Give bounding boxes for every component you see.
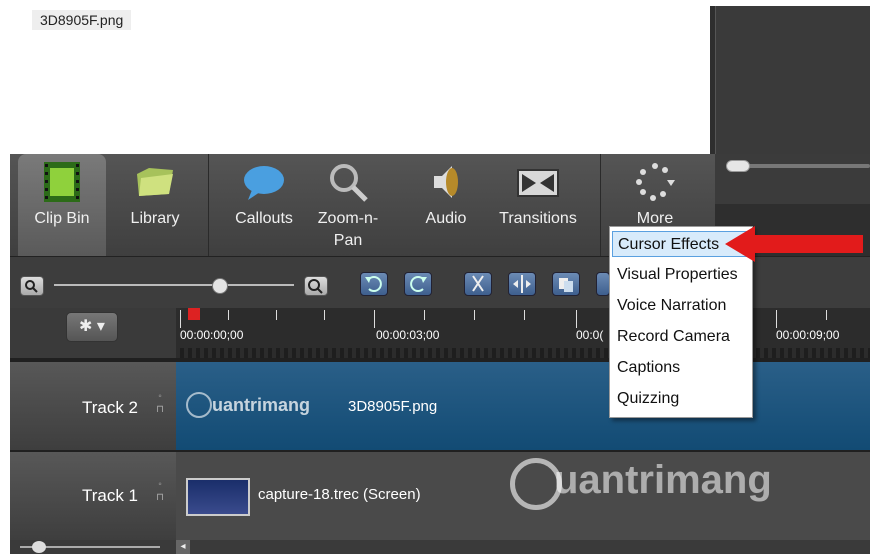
transitions-icon [517,169,559,197]
tab-callouts[interactable]: Callouts [220,154,308,256]
ruler-tick [776,310,777,328]
zoom-in-icon[interactable] [304,276,328,296]
tab-label: Transitions [499,210,577,227]
zoom-slider-knob[interactable] [212,278,228,294]
speaker-icon [434,166,458,198]
ruler-tick [524,310,525,320]
ruler-tick [180,310,181,328]
tab-transitions[interactable]: Transitions [486,154,590,256]
menu-item-visual-properties[interactable]: Visual Properties [612,262,748,288]
track-height-slider-knob[interactable] [32,541,46,553]
clip-name: capture-18.trec (Screen) [258,486,421,503]
tab-label: Audio [425,210,467,227]
ruler-label: 00:00:00;00 [180,328,244,342]
clip-thumbnail [186,478,250,516]
playhead[interactable] [188,308,200,320]
tab-label: Callouts [235,210,293,227]
preview-slider-knob[interactable] [726,160,750,172]
menu-item-voice-narration[interactable]: Voice Narration [612,293,748,319]
split-icon[interactable] [508,272,536,296]
undo-icon[interactable] [360,272,388,296]
magnifier-icon [330,164,368,202]
zoom-out-icon[interactable] [20,276,44,296]
tab-label: Clip Bin [34,210,90,227]
clip-track-1[interactable]: uantrimang capture-18.trec (Screen) [176,452,870,540]
tab-label: Zoom-n- Pan [317,210,379,249]
clip-bin-file[interactable]: 3D8905F.png [32,10,132,30]
track-header-2[interactable]: Track 2 ◦ ⊓ [10,362,176,451]
folder-icon [137,168,173,196]
tab-separator [208,154,209,256]
tab-separator [600,154,601,256]
menu-item-quizzing[interactable]: Quizzing [612,386,748,412]
tab-zoom-n-pan[interactable]: Zoom-n- Pan [312,154,384,256]
redo-icon[interactable] [404,272,432,296]
track-name: Track 2 [81,398,138,417]
clip-name: 3D8905F.png [348,398,438,415]
menu-item-record-camera[interactable]: Record Camera [612,324,748,350]
gear-icon[interactable]: ✱ ▾ [66,312,118,342]
track-name: Track 1 [81,486,138,505]
ruler-tick [576,310,577,328]
clip-track-2[interactable]: uantrimang 3D8905F.png [176,362,870,450]
ruler-tick [324,310,325,320]
more-dots-icon [636,163,675,201]
cut-icon[interactable] [464,272,492,296]
ruler-label: 00:00:09;00 [776,328,840,342]
ruler-tick [228,310,229,320]
watermark-logo-icon [186,392,212,418]
preview-slider-track [730,164,870,168]
ruler-tick [374,310,375,328]
lock-icon[interactable]: ◦ ⊓ [154,390,166,416]
ruler-label: 00:0( [576,328,604,342]
watermark-text: uantrimang [212,395,311,415]
ruler-tick [826,310,827,320]
ruler-tick [276,310,277,320]
tab-label: Library [130,210,180,227]
tab-audio[interactable]: Audio [414,154,478,256]
tab-library[interactable]: Library [110,154,200,256]
ruler-label: 00:00:03;00 [376,328,440,342]
menu-item-captions[interactable]: Captions [612,355,748,381]
copy-icon[interactable] [552,272,580,296]
ruler-tick [474,310,475,320]
zoom-slider-track [54,284,294,286]
watermark-text: uantrimang [554,458,772,502]
scroll-left-icon[interactable]: ◂ [176,540,190,554]
ruler-strip [176,348,870,358]
track-header-1[interactable]: Track 1 ◦ ⊓ [10,452,176,541]
lock-icon[interactable]: ◦ ⊓ [154,478,166,504]
speech-bubble-icon [244,166,284,200]
paste-icon[interactable] [596,272,610,296]
tab-clip-bin[interactable]: Clip Bin [18,154,106,256]
preview-canvas [715,6,870,154]
film-strip-icon [44,162,80,202]
red-arrow-annotation [725,226,863,262]
ruler-tick [424,310,425,320]
